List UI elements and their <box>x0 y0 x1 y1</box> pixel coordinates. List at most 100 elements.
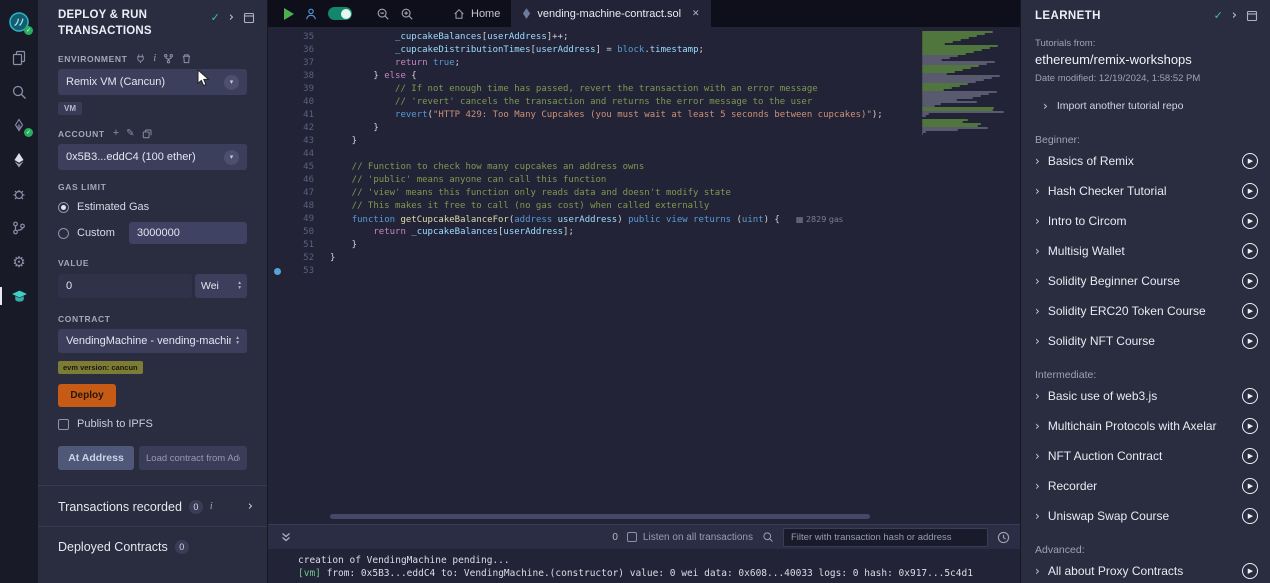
play-tutorial-button[interactable]: ▶ <box>1242 303 1258 319</box>
publish-to-ipfs-checkbox[interactable]: Publish to IPFS <box>58 418 247 430</box>
deploy-button[interactable]: Deploy <box>58 384 116 407</box>
tutorial-item[interactable]: ›All about Proxy Contracts▶ <box>1035 556 1258 583</box>
line-number[interactable]: 51 <box>268 239 330 252</box>
line-number[interactable]: 42 <box>268 122 330 135</box>
code-line[interactable]: } <box>330 122 922 135</box>
environment-fork-icon[interactable] <box>163 53 174 64</box>
environment-select[interactable]: Remix VM (Cancun) ▾ <box>58 69 247 95</box>
panel-popout-icon[interactable] <box>243 12 255 24</box>
environment-plug-icon[interactable] <box>135 53 146 64</box>
play-tutorial-button[interactable]: ▶ <box>1242 183 1258 199</box>
play-tutorial-button[interactable]: ▶ <box>1242 333 1258 349</box>
custom-gas-input[interactable] <box>129 222 247 244</box>
tutorial-item[interactable]: ›Basics of Remix▶ <box>1035 146 1258 176</box>
at-address-input[interactable] <box>139 446 247 470</box>
line-number[interactable]: 36 <box>268 44 330 57</box>
panel-chevron-icon[interactable]: › <box>1232 9 1237 22</box>
environment-info-icon[interactable]: i <box>153 54 156 64</box>
at-address-button[interactable]: At Address <box>58 446 134 470</box>
transactions-recorded-section[interactable]: Transactions recorded 0 i › <box>38 485 267 526</box>
play-tutorial-button[interactable]: ▶ <box>1242 243 1258 259</box>
learneth-plugin-icon[interactable] <box>0 286 38 306</box>
deploy-and-run-icon[interactable] <box>0 150 38 170</box>
line-number[interactable]: 41 <box>268 109 330 122</box>
code-line[interactable]: } <box>330 252 922 265</box>
debugger-icon[interactable] <box>0 184 38 204</box>
terminal-filter-input[interactable] <box>783 528 988 547</box>
line-number[interactable]: 50 <box>268 226 330 239</box>
tutorial-item[interactable]: ›Multichain Protocols with Axelar▶ <box>1035 411 1258 441</box>
code-line[interactable]: // If not enough time has passed, revert… <box>330 83 922 96</box>
line-number[interactable]: 40 <box>268 96 330 109</box>
environment-delete-icon[interactable] <box>181 53 192 64</box>
panel-popout-icon[interactable] <box>1246 10 1258 22</box>
panel-chevron-icon[interactable]: › <box>229 11 234 24</box>
code-editor[interactable]: 35363738394041424344454647484950515253 _… <box>268 27 1020 524</box>
tab-home[interactable]: Home <box>442 0 511 27</box>
custom-gas-radio[interactable]: Custom <box>58 222 247 244</box>
code-line[interactable]: // Function to check how many cupcakes a… <box>330 161 922 174</box>
tutorial-item[interactable]: ›Basic use of web3.js▶ <box>1035 381 1258 411</box>
estimated-gas-radio[interactable]: Estimated Gas <box>58 201 247 213</box>
horizontal-scrollbar[interactable] <box>330 514 870 519</box>
settings-gear-icon[interactable]: ⚙ <box>0 252 38 272</box>
tutorial-item[interactable]: ›Solidity NFT Course▶ <box>1035 326 1258 356</box>
value-unit-select[interactable]: Wei ▴▾ <box>195 274 247 298</box>
play-tutorial-button[interactable]: ▶ <box>1242 388 1258 404</box>
play-tutorial-button[interactable]: ▶ <box>1242 418 1258 434</box>
tutorial-item[interactable]: ›Uniswap Swap Course▶ <box>1035 501 1258 531</box>
line-number[interactable]: 46 <box>268 174 330 187</box>
line-number[interactable]: 43 <box>268 135 330 148</box>
ai-assistant-icon[interactable] <box>304 7 318 21</box>
tab-vending-machine-contract[interactable]: vending-machine-contract.sol ✕ <box>511 0 710 27</box>
account-select[interactable]: 0x5B3...eddC4 (100 ether) ▾ <box>58 144 247 170</box>
line-number[interactable]: 35 <box>268 31 330 44</box>
line-number[interactable]: 53 <box>268 265 330 278</box>
terminal-collapse-icon[interactable] <box>280 531 292 543</box>
line-number[interactable]: 48 <box>268 200 330 213</box>
tutorial-item[interactable]: ›Solidity ERC20 Token Course▶ <box>1035 296 1258 326</box>
expand-transactions-icon[interactable]: › <box>248 499 253 514</box>
zoom-in-icon[interactable] <box>400 7 414 21</box>
value-input[interactable] <box>58 274 192 298</box>
line-number[interactable]: 44 <box>268 148 330 161</box>
edit-account-icon[interactable]: ✎ <box>126 129 134 139</box>
line-number[interactable]: 37 <box>268 57 330 70</box>
line-number[interactable]: 38 <box>268 70 330 83</box>
add-account-icon[interactable]: + <box>113 128 119 139</box>
line-number[interactable]: 47 <box>268 187 330 200</box>
play-tutorial-button[interactable]: ▶ <box>1242 153 1258 169</box>
code-line[interactable]: function getCupcakeBalanceFor(address us… <box>330 213 922 226</box>
terminal-search-icon[interactable] <box>762 531 774 543</box>
code-line[interactable]: return true; <box>330 57 922 70</box>
line-number[interactable]: 52 <box>268 252 330 265</box>
run-script-button[interactable] <box>284 8 294 20</box>
line-number[interactable]: 49 <box>268 213 330 226</box>
terminal-history-icon[interactable] <box>997 531 1010 544</box>
search-icon[interactable] <box>0 82 38 102</box>
contract-select[interactable]: VendingMachine - vending-machin ▴▾ <box>58 329 247 353</box>
line-number[interactable]: 39 <box>268 83 330 96</box>
solidity-compiler-icon[interactable]: ✓ <box>0 116 38 136</box>
code-line[interactable]: _cupcakeBalances[userAddress]++; <box>330 31 922 44</box>
play-tutorial-button[interactable]: ▶ <box>1242 213 1258 229</box>
tutorial-item[interactable]: ›Multisig Wallet▶ <box>1035 236 1258 266</box>
code-line[interactable]: // 'public' means anyone can call this f… <box>330 174 922 187</box>
terminal-output[interactable]: creation of VendingMachine pending...[vm… <box>268 549 1020 583</box>
play-tutorial-button[interactable]: ▶ <box>1242 448 1258 464</box>
code-line[interactable]: // 'revert' cancels the transaction and … <box>330 96 922 109</box>
transactions-info-icon[interactable]: i <box>210 502 213 512</box>
remix-logo[interactable]: ✓ <box>0 10 38 34</box>
copy-account-icon[interactable] <box>142 129 152 139</box>
file-explorer-icon[interactable] <box>0 48 38 68</box>
code-line[interactable]: return _cupcakeBalances[userAddress]; <box>330 226 922 239</box>
tutorial-item[interactable]: ›Recorder▶ <box>1035 471 1258 501</box>
code-line[interactable]: } <box>330 135 922 148</box>
play-tutorial-button[interactable]: ▶ <box>1242 563 1258 579</box>
close-tab-icon[interactable]: ✕ <box>692 9 700 19</box>
deployed-contracts-section[interactable]: Deployed Contracts 0 <box>38 526 267 566</box>
live-preview-toggle[interactable] <box>328 7 352 20</box>
code-line[interactable] <box>330 265 922 278</box>
code-line[interactable]: } <box>330 239 922 252</box>
tutorial-item[interactable]: ›NFT Auction Contract▶ <box>1035 441 1258 471</box>
